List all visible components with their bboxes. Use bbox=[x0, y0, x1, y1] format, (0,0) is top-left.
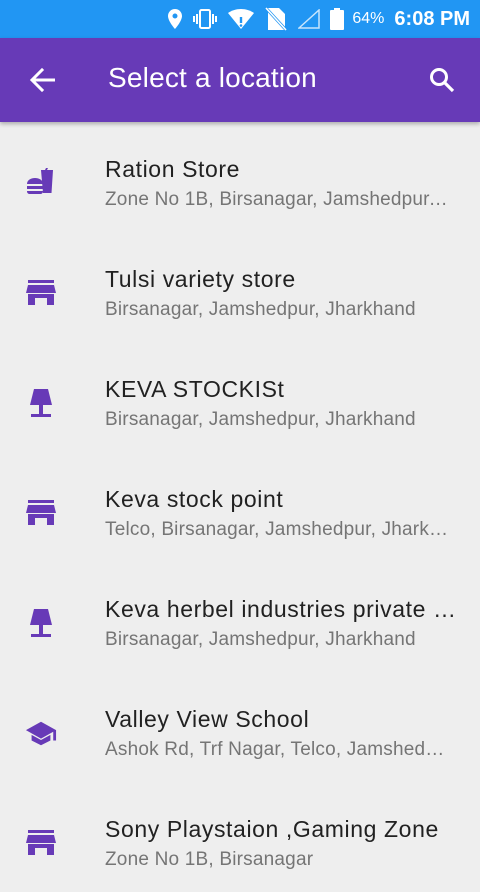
battery-icon bbox=[330, 8, 345, 30]
location-address: Zone No 1B, Birsanagar bbox=[105, 849, 314, 870]
location-item[interactable]: Keva herbel industries private limited B… bbox=[0, 562, 480, 672]
no-sim-icon bbox=[264, 6, 289, 32]
location-item[interactable]: Tulsi variety store Birsanagar, Jamshedp… bbox=[0, 232, 480, 342]
location-name: Keva herbel industries private limited bbox=[105, 596, 460, 622]
search-button[interactable] bbox=[422, 60, 462, 100]
store-icon bbox=[25, 277, 57, 309]
location-address: Birsanagar, Jamshedpur, Jharkhand bbox=[105, 629, 416, 650]
location-list: Ration Store Zone No 1B, Birsanagar, Jam… bbox=[0, 122, 480, 892]
location-icon bbox=[168, 9, 183, 29]
signal-icon bbox=[298, 9, 321, 29]
search-icon bbox=[430, 68, 455, 93]
location-address: Birsanagar, Jamshedpur, Jharkhand bbox=[105, 409, 416, 430]
page-title: Select a location bbox=[108, 62, 317, 93]
fastfood-icon bbox=[25, 167, 57, 199]
back-button[interactable] bbox=[22, 60, 62, 100]
vibrate-icon bbox=[192, 9, 218, 29]
location-name: Ration Store bbox=[105, 156, 241, 182]
store-icon bbox=[25, 827, 57, 859]
location-item[interactable]: Valley View School Ashok Rd, Trf Nagar, … bbox=[0, 672, 480, 782]
battery-percent: 64% bbox=[352, 10, 385, 27]
arrow-back-icon bbox=[29, 68, 55, 92]
wifi-icon bbox=[228, 9, 255, 29]
lamp-icon bbox=[25, 607, 57, 639]
school-icon bbox=[25, 717, 57, 749]
store-icon bbox=[25, 497, 57, 529]
lamp-icon bbox=[25, 387, 57, 419]
location-address: Zone No 1B, Birsanagar, Jamshedpur, Jhar… bbox=[105, 189, 450, 210]
location-item[interactable]: Sony Playstaion ,Gaming Zone Zone No 1B,… bbox=[0, 782, 480, 892]
location-item[interactable]: Ration Store Zone No 1B, Birsanagar, Jam… bbox=[0, 122, 480, 232]
status-bar: 64% 6:08 PM bbox=[0, 0, 480, 38]
location-address: Telco, Birsanagar, Jamshedpur, Jharkhand bbox=[105, 519, 450, 540]
app-bar: Select a location bbox=[0, 38, 480, 122]
clock: 6:08 PM bbox=[394, 7, 470, 30]
location-address: Birsanagar, Jamshedpur, Jharkhand bbox=[105, 299, 416, 320]
location-item[interactable]: Keva stock point Telco, Birsanagar, Jams… bbox=[0, 452, 480, 562]
location-item[interactable]: KEVA STOCKISt Birsanagar, Jamshedpur, Jh… bbox=[0, 342, 480, 452]
location-name: Keva stock point bbox=[105, 486, 284, 512]
location-name: KEVA STOCKISt bbox=[105, 376, 285, 402]
location-name: Tulsi variety store bbox=[105, 266, 296, 292]
location-address: Ashok Rd, Trf Nagar, Telco, Jamshedpur bbox=[105, 739, 450, 760]
location-name: Sony Playstaion ,Gaming Zone bbox=[105, 816, 439, 842]
location-name: Valley View School bbox=[105, 706, 310, 732]
